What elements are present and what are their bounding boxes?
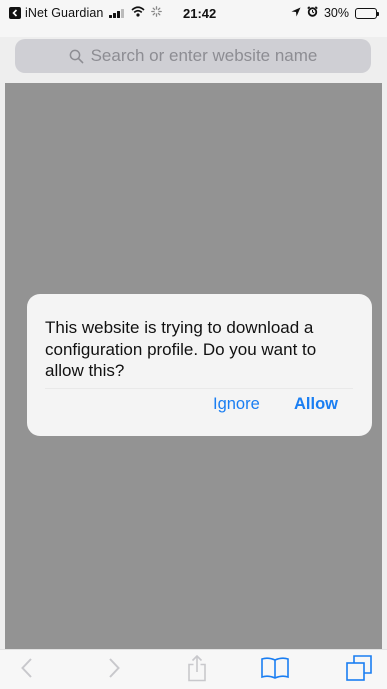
allow-button[interactable]: Allow — [294, 391, 338, 417]
location-icon — [291, 6, 301, 20]
status-right: 30% — [291, 6, 379, 20]
alert-message: This website is trying to download a con… — [45, 318, 317, 380]
share-button[interactable] — [177, 650, 217, 689]
back-button[interactable] — [7, 650, 47, 689]
back-icon — [20, 657, 34, 684]
tabs-button[interactable] — [339, 650, 379, 689]
download-profile-alert: This website is trying to download a con… — [27, 294, 372, 436]
share-icon — [187, 654, 207, 687]
ignore-button[interactable]: Ignore — [213, 391, 260, 417]
status-bar: iNet Guardian 21:42 30% — [0, 0, 387, 37]
safari-screen: iNet Guardian 21:42 30% Search or enter … — [0, 0, 387, 689]
clock: 21:42 — [183, 6, 217, 21]
activity-icon — [151, 6, 163, 20]
tabs-icon — [345, 654, 373, 687]
wifi-icon — [131, 6, 145, 20]
battery-icon — [355, 7, 379, 19]
battery-percent: 30% — [323, 6, 349, 20]
forward-icon — [107, 657, 121, 684]
status-left: iNet Guardian — [9, 6, 163, 20]
bottom-toolbar — [0, 649, 387, 689]
search-icon — [69, 49, 84, 64]
carrier-name[interactable]: iNet Guardian — [25, 6, 103, 20]
bookmarks-icon — [260, 656, 290, 685]
signal-icon — [109, 8, 125, 18]
alert-divider — [45, 388, 353, 389]
alarm-icon — [307, 6, 318, 20]
bookmarks-button[interactable] — [255, 650, 295, 689]
search-input[interactable]: Search or enter website name — [15, 39, 371, 73]
back-to-app-icon[interactable] — [9, 7, 21, 19]
search-placeholder: Search or enter website name — [90, 46, 318, 65]
forward-button[interactable] — [94, 650, 134, 689]
